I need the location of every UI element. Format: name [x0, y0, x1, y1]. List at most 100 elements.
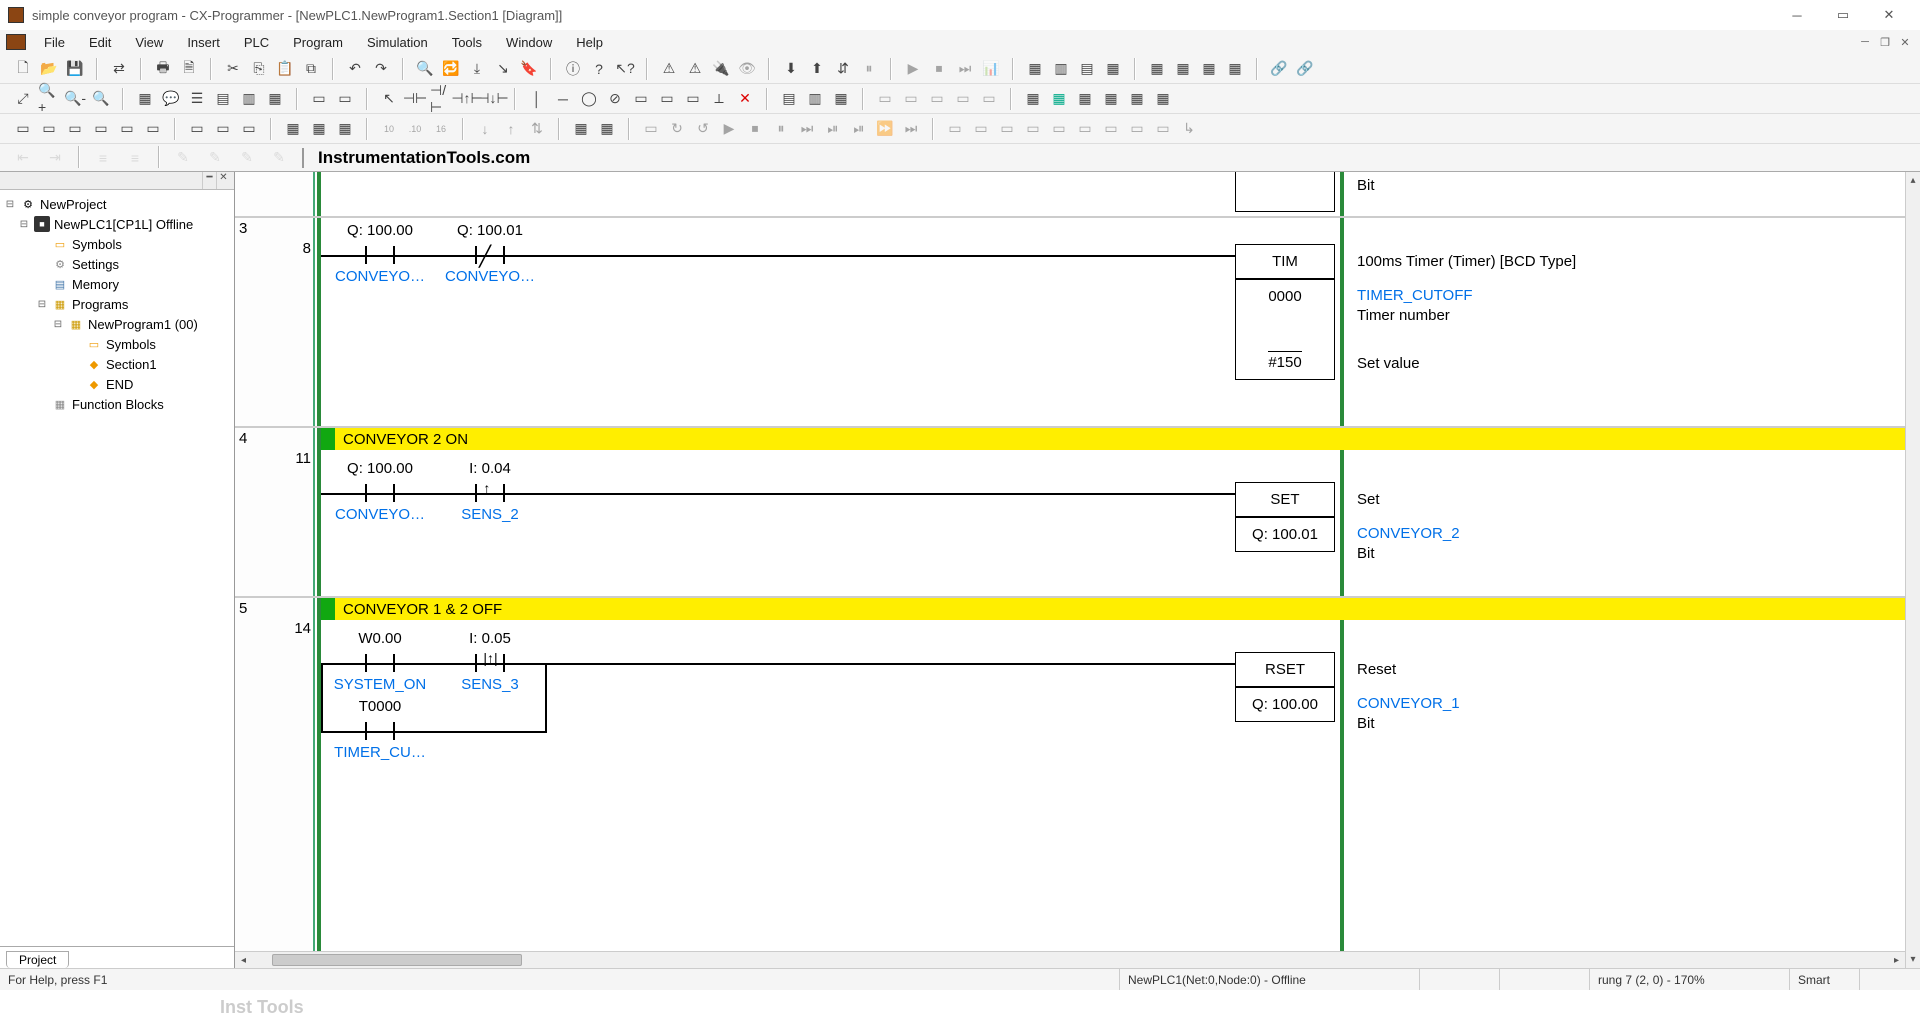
t2j-icon[interactable]: ▦ [1125, 87, 1149, 111]
t3t-icon[interactable]: ▦ [595, 117, 619, 141]
pause-icon[interactable]: ⏸ [857, 57, 881, 81]
view8-icon[interactable]: ▦ [1223, 57, 1247, 81]
stop-icon[interactable]: ⏹ [927, 57, 951, 81]
menu-program[interactable]: Program [281, 35, 355, 50]
mnemonic-icon[interactable]: ▤ [211, 87, 235, 111]
t3z7-icon[interactable]: ▭ [1099, 117, 1123, 141]
zoom-out-icon[interactable]: 🔍- [63, 87, 87, 111]
t3z4-icon[interactable]: ▭ [1021, 117, 1045, 141]
t3a-icon[interactable]: ▭ [11, 117, 35, 141]
rung4-instruction-box[interactable]: SET Q: 100.01 [1235, 482, 1335, 552]
instr4-icon[interactable]: ⟂ [707, 87, 731, 111]
menu-edit[interactable]: Edit [77, 35, 123, 50]
step-icon[interactable]: ⏭ [953, 57, 977, 81]
t3r-icon[interactable]: ⇅ [525, 117, 549, 141]
tree-root[interactable]: NewProject [40, 197, 106, 212]
warning2-icon[interactable]: ⚠ [683, 57, 707, 81]
menu-insert[interactable]: Insert [175, 35, 232, 50]
new-icon[interactable]: 🗋 [11, 57, 35, 81]
undo-icon[interactable]: ↶ [343, 57, 367, 81]
editor-vscrollbar[interactable]: ▴ ▾ [1905, 172, 1920, 968]
t3z6-icon[interactable]: ▭ [1073, 117, 1097, 141]
rung-below-icon[interactable]: ▥ [803, 87, 827, 111]
t3h-icon[interactable]: ▭ [211, 117, 235, 141]
horz-line-icon[interactable]: ─ [551, 87, 575, 111]
print-icon[interactable]: 🖶 [151, 57, 175, 81]
mdi-close-button[interactable]: ✕ [1896, 34, 1914, 50]
trace-icon[interactable]: 📊 [979, 57, 1003, 81]
fb-icon[interactable]: ▭ [307, 87, 331, 111]
t3w-icon[interactable]: ↺ [691, 117, 715, 141]
t3p-icon[interactable]: ↓ [473, 117, 497, 141]
view5-icon[interactable]: ▦ [1145, 57, 1169, 81]
t3z1-icon[interactable]: ▭ [943, 117, 967, 141]
save-icon[interactable]: 💾 [63, 57, 87, 81]
tree-program1[interactable]: NewProgram1 (00) [88, 317, 198, 332]
t3f-icon[interactable]: ▭ [141, 117, 165, 141]
duplicate-icon[interactable]: ⧉ [299, 57, 323, 81]
section-icon[interactable]: ▭ [333, 87, 357, 111]
maximize-button[interactable]: ▭ [1820, 0, 1866, 30]
view2-icon[interactable]: ▥ [1049, 57, 1073, 81]
project-tree[interactable]: ⊟⚙NewProject ⊟■NewPLC1[CP1L] Offline ▭Sy… [0, 190, 234, 946]
pause2-icon[interactable]: ⏸ [769, 117, 793, 141]
t3v-icon[interactable]: ↻ [665, 117, 689, 141]
instr3-icon[interactable]: ▭ [681, 87, 705, 111]
tree-memory[interactable]: Memory [72, 277, 119, 292]
t3u-icon[interactable]: ▭ [639, 117, 663, 141]
menu-window[interactable]: Window [494, 35, 564, 50]
rung4-contact-1[interactable]: Q: 100.00 CONVEYO… [325, 460, 435, 524]
next-icon[interactable]: ⏭ [795, 117, 819, 141]
grid-icon[interactable]: ▦ [133, 87, 157, 111]
align-l-icon[interactable]: ≡ [91, 146, 115, 170]
compare-icon[interactable]: ⇵ [831, 57, 855, 81]
vert-line-icon[interactable]: │ [525, 87, 549, 111]
upload-icon[interactable]: ⬆ [805, 57, 829, 81]
addr-icon[interactable]: ▦ [263, 87, 287, 111]
t2c-icon[interactable]: ▭ [925, 87, 949, 111]
info-icon[interactable]: ⓘ [561, 57, 585, 81]
comments-icon[interactable]: 💬 [159, 87, 183, 111]
rung3-contact-2[interactable]: Q: 100.01 ╱ CONVEYO… [435, 222, 545, 286]
t3z9-icon[interactable]: ▭ [1151, 117, 1175, 141]
menu-view[interactable]: View [123, 35, 175, 50]
find-next-icon[interactable]: ⤓ [465, 57, 489, 81]
t3k-icon[interactable]: ▦ [307, 117, 331, 141]
t3za-icon[interactable]: ↳ [1177, 117, 1201, 141]
t3g-icon[interactable]: ▭ [185, 117, 209, 141]
rung5-contact-2[interactable]: I: 0.05 |↑| SENS_3 [435, 630, 545, 694]
view3-icon[interactable]: ▤ [1075, 57, 1099, 81]
t3s-icon[interactable]: ▦ [569, 117, 593, 141]
ladder-editor[interactable]: Bit 3 8 Q: 100.00 CONVEYO… Q: 100.01 [235, 172, 1920, 968]
rung3-instruction-box[interactable]: TIM 0000 #150 [1235, 244, 1335, 380]
t2g-icon[interactable]: ▦ [1047, 87, 1071, 111]
nc-contact-icon[interactable]: ⊣/⊢ [429, 87, 453, 111]
menu-plc[interactable]: PLC [232, 35, 281, 50]
mark4-icon[interactable]: ✎ [267, 146, 291, 170]
zoom-fit-icon[interactable]: ⤢ [11, 87, 35, 111]
view1-icon[interactable]: ▦ [1023, 57, 1047, 81]
hscroll-thumb[interactable] [272, 954, 522, 966]
t2f-icon[interactable]: ▦ [1021, 87, 1045, 111]
t3z2-icon[interactable]: ▭ [969, 117, 993, 141]
editor-hscrollbar[interactable]: ◂ ▸ [235, 951, 1905, 968]
print-preview-icon[interactable]: 🗎 [177, 57, 201, 81]
pulse-up-icon[interactable]: ⊣↑⊢ [455, 87, 479, 111]
t2k-icon[interactable]: ▦ [1151, 87, 1175, 111]
instr2-icon[interactable]: ▭ [655, 87, 679, 111]
transfer-icon[interactable]: ⇄ [107, 57, 131, 81]
online-icon[interactable]: 🔌 [709, 57, 733, 81]
open-icon[interactable]: 📂 [37, 57, 61, 81]
minimize-button[interactable]: ─ [1774, 0, 1820, 30]
t2a-icon[interactable]: ▭ [873, 87, 897, 111]
zoom-reset-icon[interactable]: 🔍 [89, 87, 113, 111]
rung5-contact-3[interactable]: T0000 TIMER_CU… [325, 698, 435, 762]
mark2-icon[interactable]: ✎ [203, 146, 227, 170]
whatsthis-icon[interactable]: ↖? [613, 57, 637, 81]
view7-icon[interactable]: ▦ [1197, 57, 1221, 81]
t3c-icon[interactable]: ▭ [63, 117, 87, 141]
link1-icon[interactable]: 🔗 [1267, 57, 1291, 81]
help-icon[interactable]: ? [587, 57, 611, 81]
t3e-icon[interactable]: ▭ [115, 117, 139, 141]
sidebar-tab-project[interactable]: Project [6, 951, 69, 968]
